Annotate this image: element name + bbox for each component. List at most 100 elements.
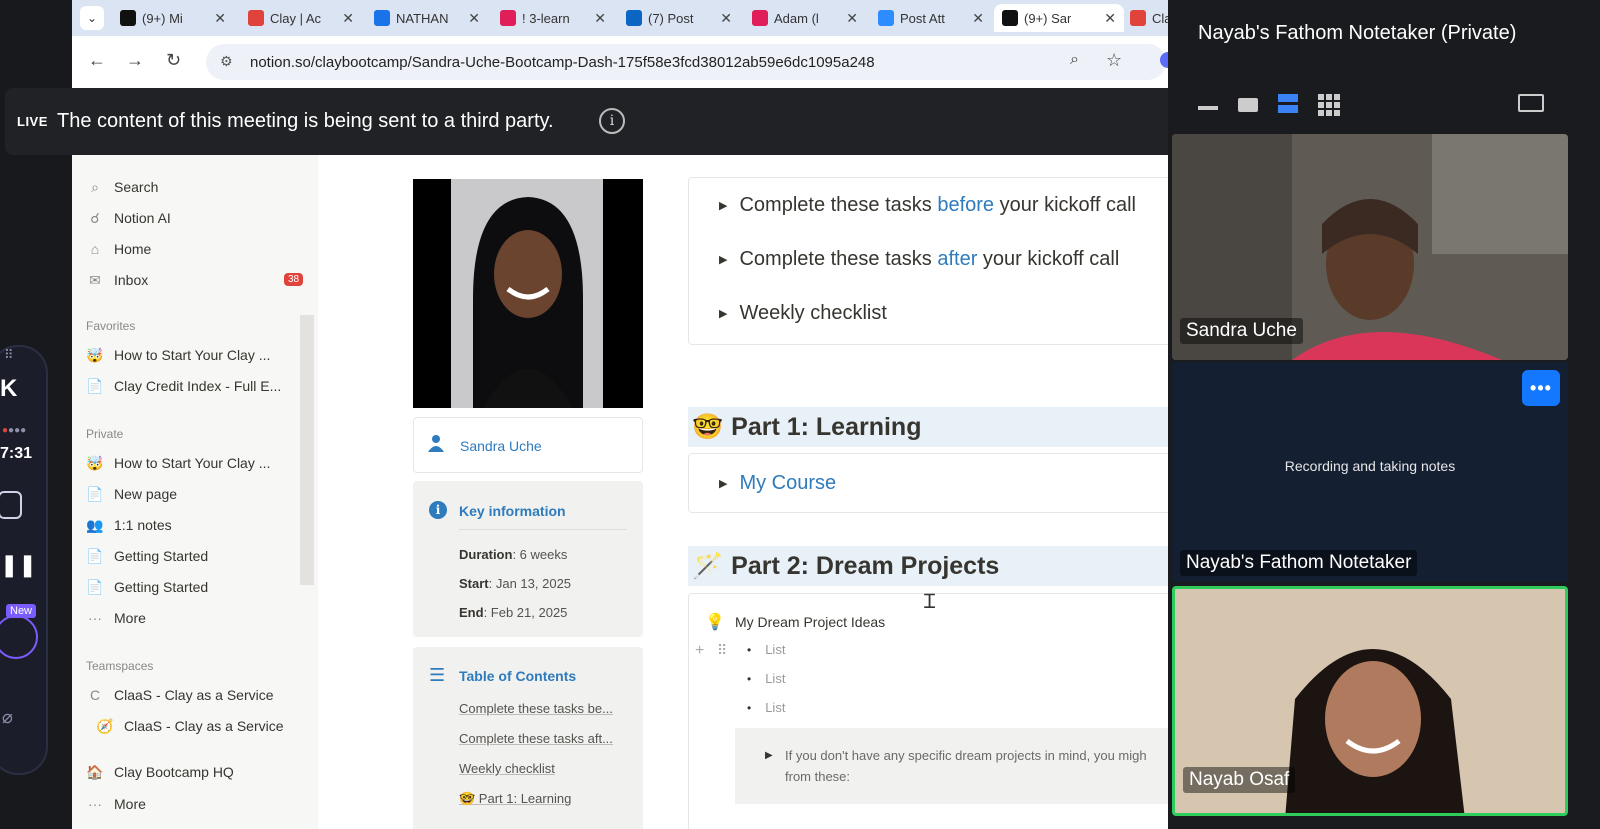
list-item[interactable]: • List [747,642,785,657]
page-icon: 📄 [86,377,104,394]
speaker-view-icon[interactable] [1278,94,1298,114]
single-view-icon[interactable] [1238,98,1258,112]
minimize-view-icon[interactable] [1198,106,1218,110]
sidebar-item[interactable]: C ClaaS - Clay as a Service [86,681,306,709]
toc-link[interactable]: Complete these tasks aft... [459,731,613,746]
grid-view-icon[interactable] [1318,94,1340,116]
close-tab-icon[interactable]: ✕ [720,10,732,27]
notes-icon[interactable] [0,491,22,519]
participant-tile-nayab[interactable]: Nayab Osaf [1172,586,1568,816]
close-tab-icon[interactable]: ✕ [214,10,226,27]
info-icon[interactable]: i [599,108,625,134]
teamspaces-heading[interactable]: Teamspaces [86,659,153,673]
close-tab-icon[interactable]: ✕ [468,10,480,27]
sidebar-item[interactable]: 📄 New page [86,480,306,508]
toggle-triangle-icon[interactable]: ▶ [765,750,773,761]
browser-tab[interactable]: (9+) Mi ✕ [112,4,234,32]
mic-off-icon[interactable]: ⌀ [2,707,13,728]
pause-icon[interactable]: ❚❚ [0,552,37,578]
sidebar-item-home[interactable]: ⌂ Home [86,235,306,263]
toc-link[interactable]: 🤓 Part 1: Learning [459,791,571,807]
back-arrow-icon[interactable]: ← [88,50,106,71]
lightbulb-icon: 💡 [705,614,725,631]
fathom-logo: K [0,375,18,402]
sidebar-item[interactable]: 📄 Getting Started [86,542,306,570]
camera-icon[interactable] [0,615,38,659]
task-toggle[interactable]: ▶ Complete these tasks after your kickoff… [719,248,1119,271]
toc-link[interactable]: Complete these tasks be... [459,701,613,716]
course-toggle-box: ▶ My Course [688,453,1168,513]
browser-tab[interactable]: (7) Post ✕ [618,4,740,32]
person-icon [428,434,444,452]
drag-handle-icon[interactable]: ⠿ [4,347,15,363]
sidebar-item[interactable]: 🤯 How to Start Your Clay ... [86,341,306,369]
drag-handle-icon[interactable]: ⠿ [717,642,727,659]
hint-toggle[interactable]: ▶ If you don't have any specific dream p… [735,728,1168,804]
toggle-my-course[interactable]: ▶ My Course [719,472,836,495]
calendar-14-icon [374,10,390,26]
add-block-icon[interactable]: + [695,642,704,660]
url-text[interactable]: notion.so/claybootcamp/Sandra-Uche-Bootc… [250,54,875,71]
sidebar-item[interactable]: 📄 Clay Credit Index - Full E... [86,372,306,400]
sidebar-item-label: Getting Started [114,579,209,595]
sidebar-scrollbar[interactable] [300,315,314,585]
notion-ai-icon: ☌ [90,209,100,226]
pop-out-icon[interactable] [1518,94,1544,112]
browser-tab[interactable]: Clay | Ac ✕ [240,4,362,32]
site-settings-icon[interactable]: ⚙ [220,53,233,70]
toggle-triangle-icon[interactable]: ▶ [719,477,727,490]
participant-tile-notetaker[interactable]: ••• Recording and taking notes Nayab's F… [1172,362,1568,582]
sidebar-item-search[interactable]: ⌕ Search [86,173,306,201]
participant-name: Nayab Osaf [1183,767,1296,793]
reload-icon[interactable]: ↻ [166,50,181,71]
favorites-heading[interactable]: Favorites [86,319,135,333]
person-name[interactable]: Sandra Uche [460,438,542,454]
magic-wand-emoji-icon: 🪄 [692,551,724,580]
sidebar-item[interactable]: ··· More [86,790,306,818]
my-course-link[interactable]: My Course [739,472,836,495]
sidebar-item[interactable]: 📄 Getting Started [86,573,306,601]
private-heading[interactable]: Private [86,427,123,441]
person-card[interactable]: Sandra Uche [413,417,643,473]
browser-tab[interactable]: (9+) Sar ✕ [994,4,1124,32]
sidebar-item[interactable]: 👥 1:1 notes [86,511,306,539]
sidebar-item-label: Notion AI [114,210,171,226]
more-options-button[interactable]: ••• [1522,370,1560,406]
sidebar-item-notion-ai[interactable]: ☌ Notion AI [86,204,306,232]
close-tab-icon[interactable]: ✕ [594,10,606,27]
zoom-icon[interactable]: ⌕ [1070,51,1079,69]
duration-value: : 6 weeks [512,547,568,562]
toggle-triangle-icon[interactable]: ▶ [719,307,727,320]
notion-page: Sandra Uche i Key information Duration: … [318,155,1168,829]
close-tab-icon[interactable]: ✕ [342,10,354,27]
task-toggle[interactable]: ▶ Weekly checklist [719,302,887,325]
sidebar-item[interactable]: 🧭 ClaaS - Clay as a Service [96,712,316,740]
close-tab-icon[interactable]: ✕ [846,10,858,27]
browser-tab[interactable]: ! 3-learn ✕ [492,4,614,32]
browser-tab[interactable]: Post Att ✕ [870,4,992,32]
address-bar[interactable]: ⚙ notion.so/claybootcamp/Sandra-Uche-Boo… [206,44,1166,80]
browser-tab[interactable]: Adam (l ✕ [744,4,866,32]
toggle-text-highlight: after [937,248,978,270]
live-tag: LIVE [17,114,48,129]
forward-arrow-icon[interactable]: → [126,50,144,71]
sidebar-item[interactable]: 🏠 Clay Bootcamp HQ [86,758,306,786]
bookmark-star-icon[interactable]: ☆ [1106,50,1122,71]
list-item[interactable]: • List [747,700,785,715]
sidebar-item-inbox[interactable]: ✉ Inbox [86,266,306,294]
list-item[interactable]: • List [747,671,785,686]
task-toggle[interactable]: ▶ Complete these tasks before your kickof… [719,194,1136,217]
close-tab-icon[interactable]: ✕ [972,10,984,27]
browser-tab[interactable]: NATHAN ✕ [366,4,488,32]
tab-search-chevron-icon[interactable]: ⌄ [80,6,104,30]
sidebar-item-label: Home [114,241,152,257]
participant-tile-sandra[interactable]: Sandra Uche [1172,134,1568,360]
sidebar-item[interactable]: 🤯 How to Start Your Clay ... [86,449,306,477]
toggle-triangle-icon[interactable]: ▶ [719,199,727,212]
close-tab-icon[interactable]: ✕ [1104,10,1116,27]
fathom-recorder-widget[interactable]: ⠿ K ●●●● 7:31 ❚❚ New ⌀ [0,345,48,775]
home-icon: ⌂ [90,241,100,257]
toggle-triangle-icon[interactable]: ▶ [719,253,727,266]
sidebar-item[interactable]: ··· More [86,604,306,632]
toc-link[interactable]: Weekly checklist [459,761,555,776]
